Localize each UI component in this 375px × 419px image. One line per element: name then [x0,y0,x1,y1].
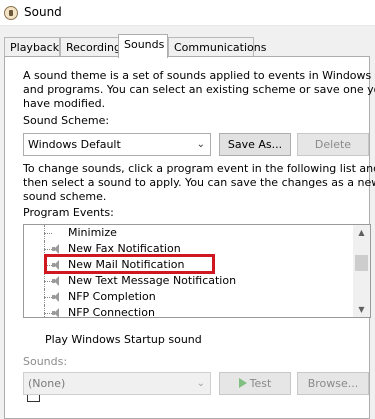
instructions-line-3: sound scheme. [23,190,107,203]
scheme-dropdown[interactable]: Windows Default ⌄ [23,133,211,156]
list-item[interactable]: Minimize [24,225,354,241]
window-title: Sound [24,5,62,19]
tree-connector [44,233,52,234]
chevron-down-icon: ⌄ [196,139,205,150]
scroll-thumb[interactable] [355,255,368,271]
tab-sounds[interactable]: Sounds [118,34,168,58]
speaker-app-icon [4,6,18,20]
program-events-label: Program Events: [23,206,114,219]
list-item[interactable]: NFP Completion [24,289,354,305]
tree-connector [44,249,52,250]
tree-connector [44,297,52,298]
tab-recording[interactable]: Recording [60,37,121,57]
event-label: New Text Message Notification [68,274,237,287]
intro-line-3: have modified. [23,97,106,110]
play-icon [238,378,247,388]
tree-connector [44,281,52,282]
list-item[interactable]: New Text Message Notification [24,273,354,289]
browse-button[interactable]: Browse... [297,372,369,395]
test-label: Test [249,377,272,390]
scroll-up-icon[interactable]: ▲ [353,225,370,241]
intro-line-2: and programs. You can select an existing… [23,83,375,96]
tab-communications[interactable]: Communications [168,37,266,57]
speaker-icon [52,308,62,317]
speaker-icon [52,244,62,254]
speaker-icon [52,276,62,286]
tree-connector [44,305,45,317]
highlight-box [44,254,215,274]
sounds-value: (None) [28,377,66,390]
speaker-icon [52,292,62,302]
instructions-line-1: To change sounds, click a program event … [23,162,375,175]
event-label: NFP Connection [68,306,155,318]
sounds-panel: A sound theme is a set of sounds applied… [4,56,375,419]
chevron-down-icon: ⌄ [196,378,205,389]
scheme-value: Windows Default [28,138,121,151]
list-item[interactable]: NFP Connection [24,305,354,318]
events-scrollbar[interactable]: ▲ ▼ [353,225,370,317]
test-button[interactable]: Test [219,372,291,395]
tab-playback[interactable]: Playback [4,37,60,57]
sounds-label: Sounds: [23,355,68,368]
startup-sound-label[interactable]: Play Windows Startup sound [45,332,202,347]
scheme-label: Sound Scheme: [23,114,110,127]
title-bar: Sound [0,0,375,26]
sounds-dropdown[interactable]: (None) ⌄ [23,372,211,395]
event-label: Minimize [68,226,117,239]
event-label: NFP Completion [68,290,156,303]
tree-connector [44,313,52,314]
intro-line-1: A sound theme is a set of sounds applied… [23,69,372,82]
delete-button[interactable]: Delete [297,133,369,156]
scroll-down-icon[interactable]: ▼ [353,301,370,317]
save-as-button[interactable]: Save As... [219,133,291,156]
instructions-line-2: then select a sound to apply. You can sa… [23,176,375,189]
